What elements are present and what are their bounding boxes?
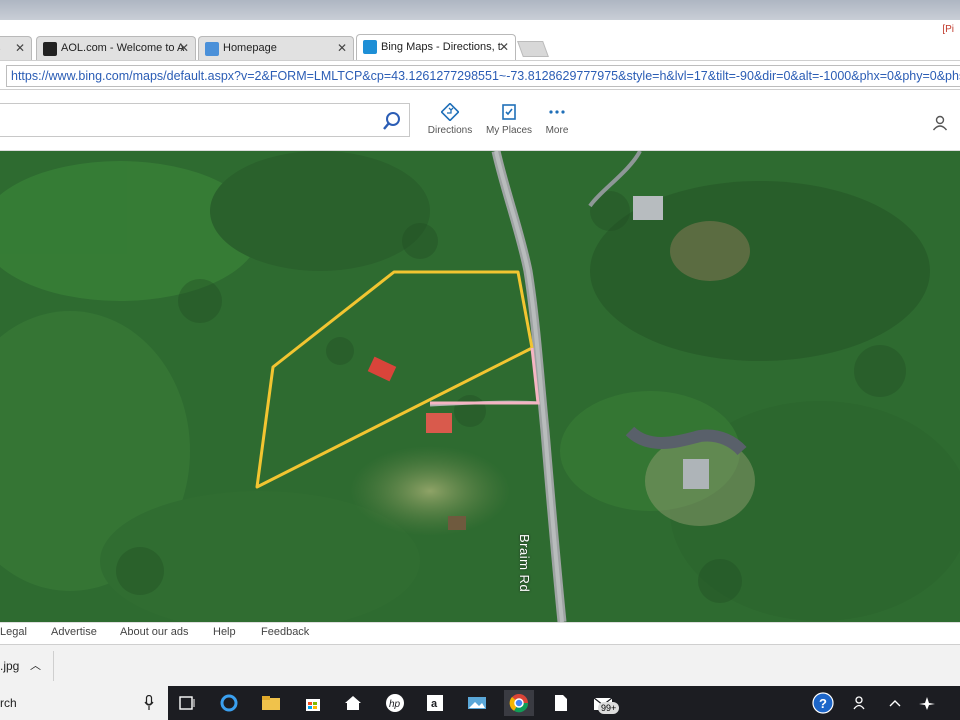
aerial-map[interactable]: Braim Rd: [0, 151, 960, 622]
new-tab-button[interactable]: [517, 41, 549, 57]
my-places-button[interactable]: My Places: [484, 103, 534, 143]
windows-taskbar: rch hp a ?: [0, 686, 960, 720]
my-places-label: My Places: [485, 125, 533, 136]
document-icon[interactable]: [546, 690, 576, 716]
title-band: [0, 0, 960, 20]
my-places-icon: [502, 104, 516, 120]
notification-badge: 99+: [598, 702, 620, 714]
svg-text:a: a: [431, 698, 438, 710]
footer-link-feedback[interactable]: Feedback: [261, 626, 309, 638]
footer-link-advertise[interactable]: Advertise: [51, 626, 97, 638]
directions-button[interactable]: Directions: [424, 103, 476, 143]
tab-partial[interactable]: s ✕: [0, 36, 32, 60]
chevron-up-icon[interactable]: [880, 690, 910, 716]
road-label: Braim Rd: [517, 534, 532, 593]
url-field[interactable]: https://www.bing.com/maps/default.aspx?v…: [6, 65, 960, 87]
user-icon[interactable]: [930, 113, 950, 133]
tab-aol[interactable]: AOL.com - Welcome to A ✕: [36, 36, 196, 60]
chrome-icon[interactable]: [504, 690, 534, 716]
edge-icon[interactable]: [214, 690, 244, 716]
tab-label: AOL.com - Welcome to A: [61, 42, 185, 54]
extension-indicator: [Pi: [942, 24, 954, 35]
microphone-icon[interactable]: [144, 695, 154, 711]
store-icon[interactable]: [298, 690, 328, 716]
map-imagery: [0, 151, 960, 622]
amazon-icon[interactable]: a: [420, 690, 450, 716]
directions-icon: [441, 103, 459, 121]
map-search-box: [0, 103, 410, 137]
download-filename: .jpg: [0, 659, 20, 673]
file-explorer-icon[interactable]: [256, 690, 286, 716]
home-icon[interactable]: [338, 690, 368, 716]
task-view-icon[interactable]: [172, 690, 202, 716]
map-search-input[interactable]: [5, 108, 365, 132]
svg-text:hp: hp: [389, 699, 401, 710]
more-label: More: [545, 125, 569, 136]
footer-link-help[interactable]: Help: [213, 626, 236, 638]
chevron-up-icon[interactable]: ︿: [30, 651, 41, 681]
tab-label: Bing Maps - Directions, t: [381, 41, 501, 53]
taskbar-search-text: rch: [0, 696, 17, 710]
close-icon[interactable]: ✕: [15, 37, 25, 59]
bing-icon: [363, 40, 377, 54]
taskbar-search[interactable]: rch: [0, 686, 168, 720]
hp-icon[interactable]: hp: [380, 690, 410, 716]
network-icon[interactable]: [912, 690, 942, 716]
close-icon[interactable]: ✕: [499, 35, 509, 59]
footer-link-about-ads[interactable]: About our ads: [120, 626, 189, 638]
directions-label: Directions: [427, 125, 473, 136]
help-icon[interactable]: ?: [808, 690, 838, 716]
close-icon[interactable]: ✕: [337, 37, 347, 59]
download-shelf: .jpg ︿: [0, 644, 960, 686]
photos-icon[interactable]: [462, 690, 492, 716]
browser-tab-strip: s ✕ AOL.com - Welcome to A ✕ Homepage ✕ …: [0, 0, 960, 60]
footer-link-legal[interactable]: Legal: [0, 626, 27, 638]
bing-maps-header: Directions My Places More: [0, 91, 960, 151]
tab-label: s: [0, 42, 1, 54]
aol-icon: [43, 42, 57, 56]
download-item[interactable]: .jpg ︿: [0, 651, 54, 681]
people-icon[interactable]: [846, 690, 876, 716]
bing-footer: Legal Advertise About our ads Help Feedb…: [0, 622, 960, 644]
tab-label: Homepage: [223, 42, 277, 54]
search-icon[interactable]: [381, 110, 403, 132]
search-page-icon: [205, 42, 219, 56]
svg-text:?: ?: [819, 696, 827, 711]
more-button[interactable]: More: [538, 103, 576, 143]
more-icon: [549, 110, 565, 114]
address-bar: https://www.bing.com/maps/default.aspx?v…: [0, 60, 960, 90]
tab-homepage[interactable]: Homepage ✕: [198, 36, 354, 60]
tab-bing-maps[interactable]: Bing Maps - Directions, t ✕: [356, 34, 516, 60]
close-icon[interactable]: ✕: [179, 37, 189, 59]
